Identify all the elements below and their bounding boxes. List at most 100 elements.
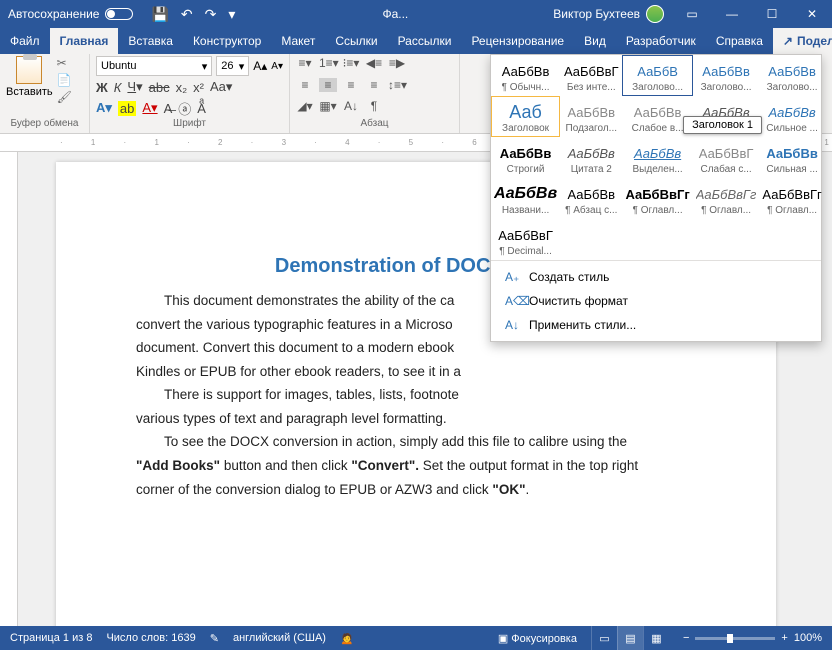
tab-help[interactable]: Справка <box>706 28 773 54</box>
style-gallery-item[interactable]: АаБбВвСтрогий <box>491 137 560 178</box>
cut-icon[interactable]: ✂ <box>57 56 72 70</box>
line-spacing-button[interactable]: ↕≡▾ <box>388 78 406 92</box>
text-effects-button[interactable]: A▾ <box>96 100 112 116</box>
spellcheck-icon[interactable]: ✎ <box>210 632 219 645</box>
style-gallery-item[interactable]: АаБбВвВыделен... <box>622 137 692 178</box>
style-gallery-item[interactable]: АаБбВвЗаголово... <box>759 55 824 96</box>
tab-layout[interactable]: Макет <box>271 28 325 54</box>
underline-button[interactable]: Ч▾ <box>127 79 142 95</box>
save-icon[interactable]: 💾 <box>151 6 168 23</box>
tab-design[interactable]: Конструктор <box>183 28 271 54</box>
qat-dropdown-icon[interactable]: ▾ <box>228 6 235 23</box>
borders-button[interactable]: ▦▾ <box>319 99 337 113</box>
style-gallery-item[interactable]: АабЗаголовок <box>491 96 560 137</box>
bold-button[interactable]: Ж <box>96 80 108 95</box>
style-gallery-item[interactable]: АаБбВв¶ Обычн... <box>491 55 560 96</box>
increase-indent-button[interactable]: ≡▶ <box>388 56 406 70</box>
numbering-button[interactable]: 1≡▾ <box>319 56 337 70</box>
tab-view[interactable]: Вид <box>574 28 616 54</box>
status-page[interactable]: Страница 1 из 8 <box>10 632 92 644</box>
decrease-indent-button[interactable]: ◀≡ <box>365 56 383 70</box>
create-style-item[interactable]: A₊Создать стиль <box>491 265 821 289</box>
status-language[interactable]: английский (США) <box>233 632 326 644</box>
style-gallery-item[interactable]: АаБбВЗаголово... <box>622 55 692 96</box>
italic-button[interactable]: К <box>114 80 122 95</box>
accessibility-icon[interactable]: 🙍 <box>340 632 354 645</box>
style-preview: АаБбВвГ <box>563 60 619 82</box>
grow-font-icon[interactable]: A▴ <box>253 59 267 73</box>
style-gallery-item[interactable]: АаБбВвГСлабая с... <box>693 137 760 178</box>
show-marks-button[interactable]: ¶ <box>365 99 383 113</box>
zoom-level[interactable]: 100% <box>794 632 822 644</box>
style-gallery-item[interactable]: АаБбВвЦитата 2 <box>560 137 622 178</box>
autosave-toggle[interactable]: Автосохранение <box>0 7 141 21</box>
minimize-button[interactable]: — <box>712 0 752 28</box>
style-gallery-item[interactable]: АаБбВвНазвани... <box>491 178 560 219</box>
apply-styles-item[interactable]: A↓Применить стили... <box>491 313 821 337</box>
print-layout-icon[interactable]: ▤ <box>617 626 643 650</box>
toggle-off-icon[interactable] <box>105 8 133 20</box>
undo-icon[interactable]: ↶ <box>181 6 193 23</box>
enclose-char-button[interactable]: ⓐ <box>178 99 191 118</box>
clear-format-item[interactable]: A⌫Очистить формат <box>491 289 821 313</box>
tab-insert[interactable]: Вставка <box>118 28 183 54</box>
bullets-button[interactable]: ≡▾ <box>296 56 314 70</box>
redo-icon[interactable]: ↷ <box>205 6 217 23</box>
sort-button[interactable]: A↓ <box>342 99 360 113</box>
style-gallery-item[interactable]: АаБбВвЗаголово... <box>693 55 760 96</box>
format-painter-icon[interactable]: 🖌 <box>57 90 72 104</box>
style-gallery-item[interactable]: АаБбВвПодзагол... <box>560 96 622 137</box>
tab-developer[interactable]: Разработчик <box>616 28 706 54</box>
superscript-button[interactable]: x² <box>193 80 204 95</box>
strike-button[interactable]: abc <box>149 80 170 95</box>
style-preview: АаБбВ <box>625 60 689 82</box>
style-preview: АаБбВв <box>762 142 821 164</box>
style-gallery-item[interactable]: АаБбВв¶ Абзац с... <box>560 178 622 219</box>
zoom-in-icon[interactable]: + <box>781 632 787 644</box>
tab-references[interactable]: Ссылки <box>325 28 387 54</box>
copy-icon[interactable]: 📄 <box>57 73 72 87</box>
style-gallery-item[interactable]: АаБбВвГ¶ Decimal... <box>491 219 560 260</box>
vertical-ruler[interactable] <box>0 152 18 626</box>
align-left-button[interactable]: ≡ <box>296 78 314 92</box>
change-case-button[interactable]: Aa▾ <box>210 79 232 95</box>
style-gallery-item[interactable]: АаБбВвГг¶ Оглавл... <box>622 178 692 219</box>
font-name-combo[interactable]: Ubuntu▾ <box>96 56 212 76</box>
zoom-out-icon[interactable]: − <box>683 632 689 644</box>
style-gallery-item[interactable]: АаБбВвСильное ... <box>759 96 824 137</box>
multilevel-button[interactable]: ⁝≡▾ <box>342 56 360 70</box>
shading-button[interactable]: ◢▾ <box>296 99 314 113</box>
align-center-button[interactable]: ≡ <box>319 78 337 92</box>
style-gallery-item[interactable]: АаБбВвГг¶ Оглавл... <box>759 178 824 219</box>
tab-mailings[interactable]: Рассылки <box>388 28 462 54</box>
ribbon-options-icon[interactable]: ▭ <box>672 0 712 28</box>
paste-button[interactable]: Вставить <box>6 56 53 98</box>
tab-review[interactable]: Рецензирование <box>461 28 574 54</box>
clear-format-button[interactable]: A̶ <box>164 101 173 116</box>
web-layout-icon[interactable]: ▦ <box>643 626 669 650</box>
style-preview: АаБбВв <box>762 101 821 123</box>
align-right-button[interactable]: ≡ <box>342 78 360 92</box>
justify-button[interactable]: ≡ <box>365 78 383 92</box>
maximize-button[interactable]: ☐ <box>752 0 792 28</box>
zoom-control[interactable]: − + 100% <box>683 632 822 644</box>
style-gallery-item[interactable]: АаБбВвСильная ... <box>759 137 824 178</box>
status-word-count[interactable]: Число слов: 1639 <box>106 632 195 644</box>
user-account[interactable]: Виктор Бухтеев <box>545 5 672 23</box>
font-color-button[interactable]: A▾ <box>142 100 157 116</box>
clear-format-icon: A⌫ <box>505 294 519 308</box>
style-gallery-item[interactable]: АаБбВвГБез инте... <box>560 55 622 96</box>
style-gallery-item[interactable]: АаБбВвГг¶ Оглавл... <box>693 178 760 219</box>
focus-mode-button[interactable]: ▣ Фокусировка <box>498 632 577 645</box>
shrink-font-icon[interactable]: A▾ <box>271 61 283 72</box>
phonetic-button[interactable]: Aͣ <box>197 101 206 116</box>
subscript-button[interactable]: x₂ <box>176 80 188 95</box>
tab-home[interactable]: Главная <box>50 28 119 54</box>
read-mode-icon[interactable]: ▭ <box>591 626 617 650</box>
font-size-combo[interactable]: 26▾ <box>216 56 249 76</box>
close-button[interactable]: ✕ <box>792 0 832 28</box>
highlight-button[interactable]: ab <box>118 101 136 116</box>
tab-file[interactable]: Файл <box>0 28 50 54</box>
share-button[interactable]: ↗ Поделиться <box>773 28 832 54</box>
zoom-slider[interactable] <box>695 637 775 640</box>
